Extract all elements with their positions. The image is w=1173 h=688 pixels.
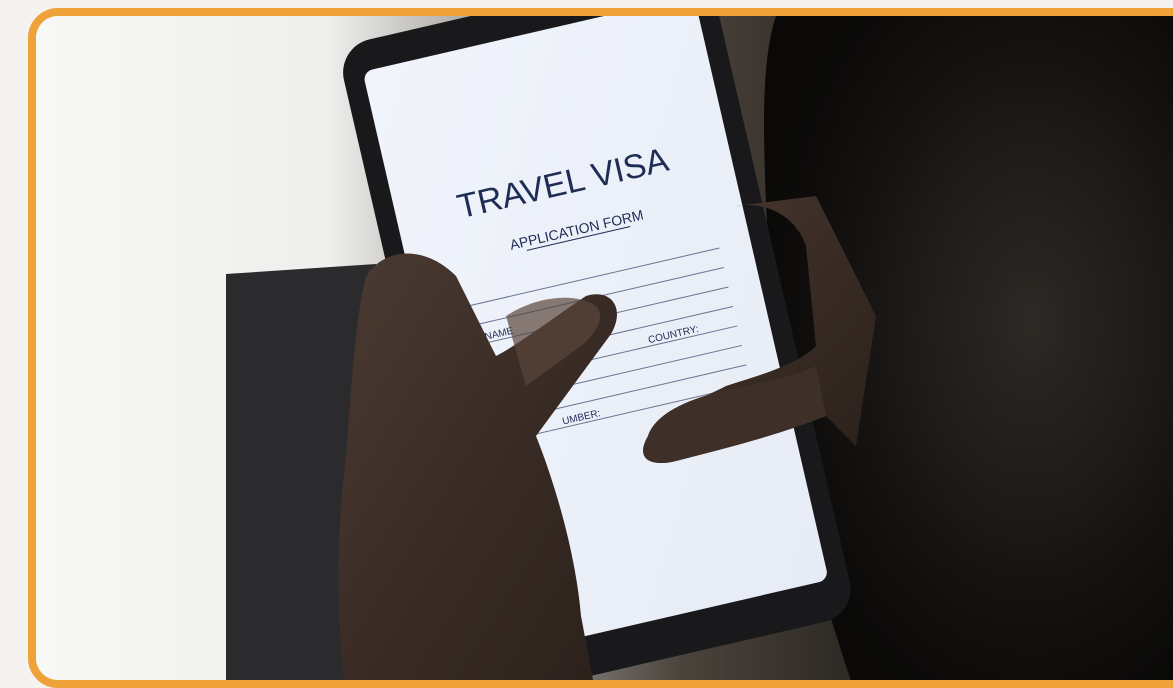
photo-frame: TRAVEL VISA APPLICATION FORM FIRST NAME … (28, 8, 1173, 688)
travel-visa-phone-photo: TRAVEL VISA APPLICATION FORM FIRST NAME … (36, 16, 1173, 688)
